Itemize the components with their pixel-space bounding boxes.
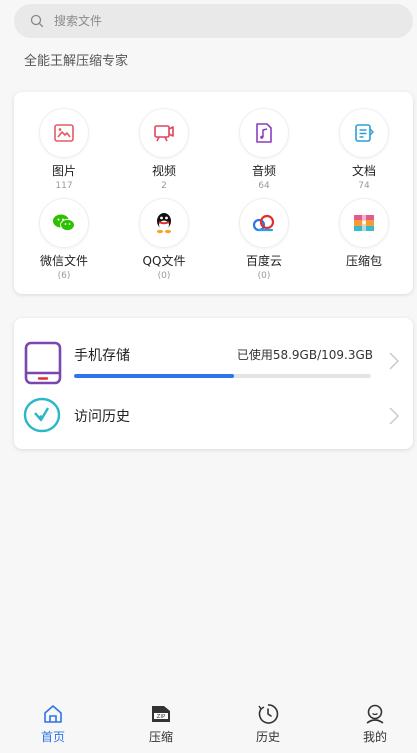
category-videos[interactable]: 视频 2 — [124, 108, 204, 192]
qq-icon — [156, 213, 172, 234]
tab-history[interactable]: 历史 — [238, 703, 298, 745]
search-input[interactable] — [52, 13, 356, 29]
storage-progress-bar — [74, 374, 371, 378]
category-count: (6) — [57, 271, 71, 281]
chevron-right-icon — [389, 407, 399, 425]
video-icon — [154, 125, 174, 142]
tab-profile[interactable]: 我的 — [345, 703, 405, 745]
profile-icon — [366, 704, 384, 724]
category-baidu-cloud[interactable]: 百度云 (0) — [224, 198, 304, 282]
category-label: 视频 — [151, 164, 176, 178]
baidu-cloud-icon — [252, 214, 275, 232]
bottom-tab-bar: 首页 ZIP 压缩 历史 我的 — [0, 693, 417, 753]
tab-label: 压缩 — [148, 730, 173, 744]
access-history-title: 访问历史 — [74, 409, 130, 425]
storage-used-text: 已使用58.9GB/109.3GB — [236, 348, 373, 362]
category-count: (0) — [157, 271, 171, 281]
category-label: 音频 — [251, 164, 276, 178]
phone-storage-icon — [24, 341, 62, 385]
tab-label: 我的 — [362, 730, 387, 744]
category-documents[interactable]: 文档 74 — [324, 108, 404, 192]
wechat-icon — [53, 214, 75, 232]
chevron-right-icon — [389, 352, 399, 370]
category-audio[interactable]: 音频 64 — [224, 108, 304, 192]
category-count: 74 — [358, 181, 370, 191]
tab-label: 历史 — [255, 730, 280, 744]
tab-label: 首页 — [40, 730, 65, 744]
category-label: 文档 — [351, 164, 376, 178]
image-icon — [54, 124, 74, 142]
storage-card: 手机存储 已使用58.9GB/109.3GB 访问历史 — [14, 318, 413, 449]
phone-storage-title: 手机存储 — [74, 348, 130, 364]
category-count: 64 — [258, 181, 270, 191]
category-wechat-files[interactable]: 微信文件 (6) — [24, 198, 104, 282]
storage-progress-fill — [74, 374, 235, 378]
category-count: 117 — [55, 181, 73, 191]
category-count: (0) — [257, 271, 271, 281]
category-count: 2 — [161, 181, 167, 191]
access-history-row[interactable]: 访问历史 — [14, 394, 413, 438]
category-label: QQ文件 — [142, 254, 186, 268]
category-archives[interactable]: 压缩包 — [324, 198, 404, 270]
clock-icon — [23, 397, 61, 433]
zip-icon: ZIP — [152, 706, 170, 722]
app-subtitle: 全能王解压缩专家 — [24, 54, 129, 69]
home-icon — [44, 705, 62, 723]
category-label: 图片 — [51, 164, 76, 178]
phone-storage-row[interactable]: 手机存储 已使用58.9GB/109.3GB — [14, 336, 413, 388]
category-label: 百度云 — [245, 254, 282, 268]
svg-text:ZIP: ZIP — [157, 714, 166, 720]
tab-compress[interactable]: ZIP 压缩 — [131, 703, 191, 745]
file-category-card: 图片 117 视频 2 音频 64 文档 74 微信文件 (6) QQ文件 (0… — [14, 92, 413, 294]
category-images[interactable]: 图片 117 — [24, 108, 104, 192]
search-icon — [30, 14, 44, 28]
search-bar[interactable] — [14, 4, 413, 38]
tab-home[interactable]: 首页 — [23, 703, 83, 745]
history-icon — [258, 704, 279, 724]
category-qq-files[interactable]: QQ文件 (0) — [124, 198, 204, 282]
category-label: 微信文件 — [39, 254, 88, 268]
document-icon — [355, 124, 374, 142]
audio-icon — [256, 123, 272, 143]
archive-icon — [354, 215, 374, 231]
category-label: 压缩包 — [345, 254, 382, 268]
